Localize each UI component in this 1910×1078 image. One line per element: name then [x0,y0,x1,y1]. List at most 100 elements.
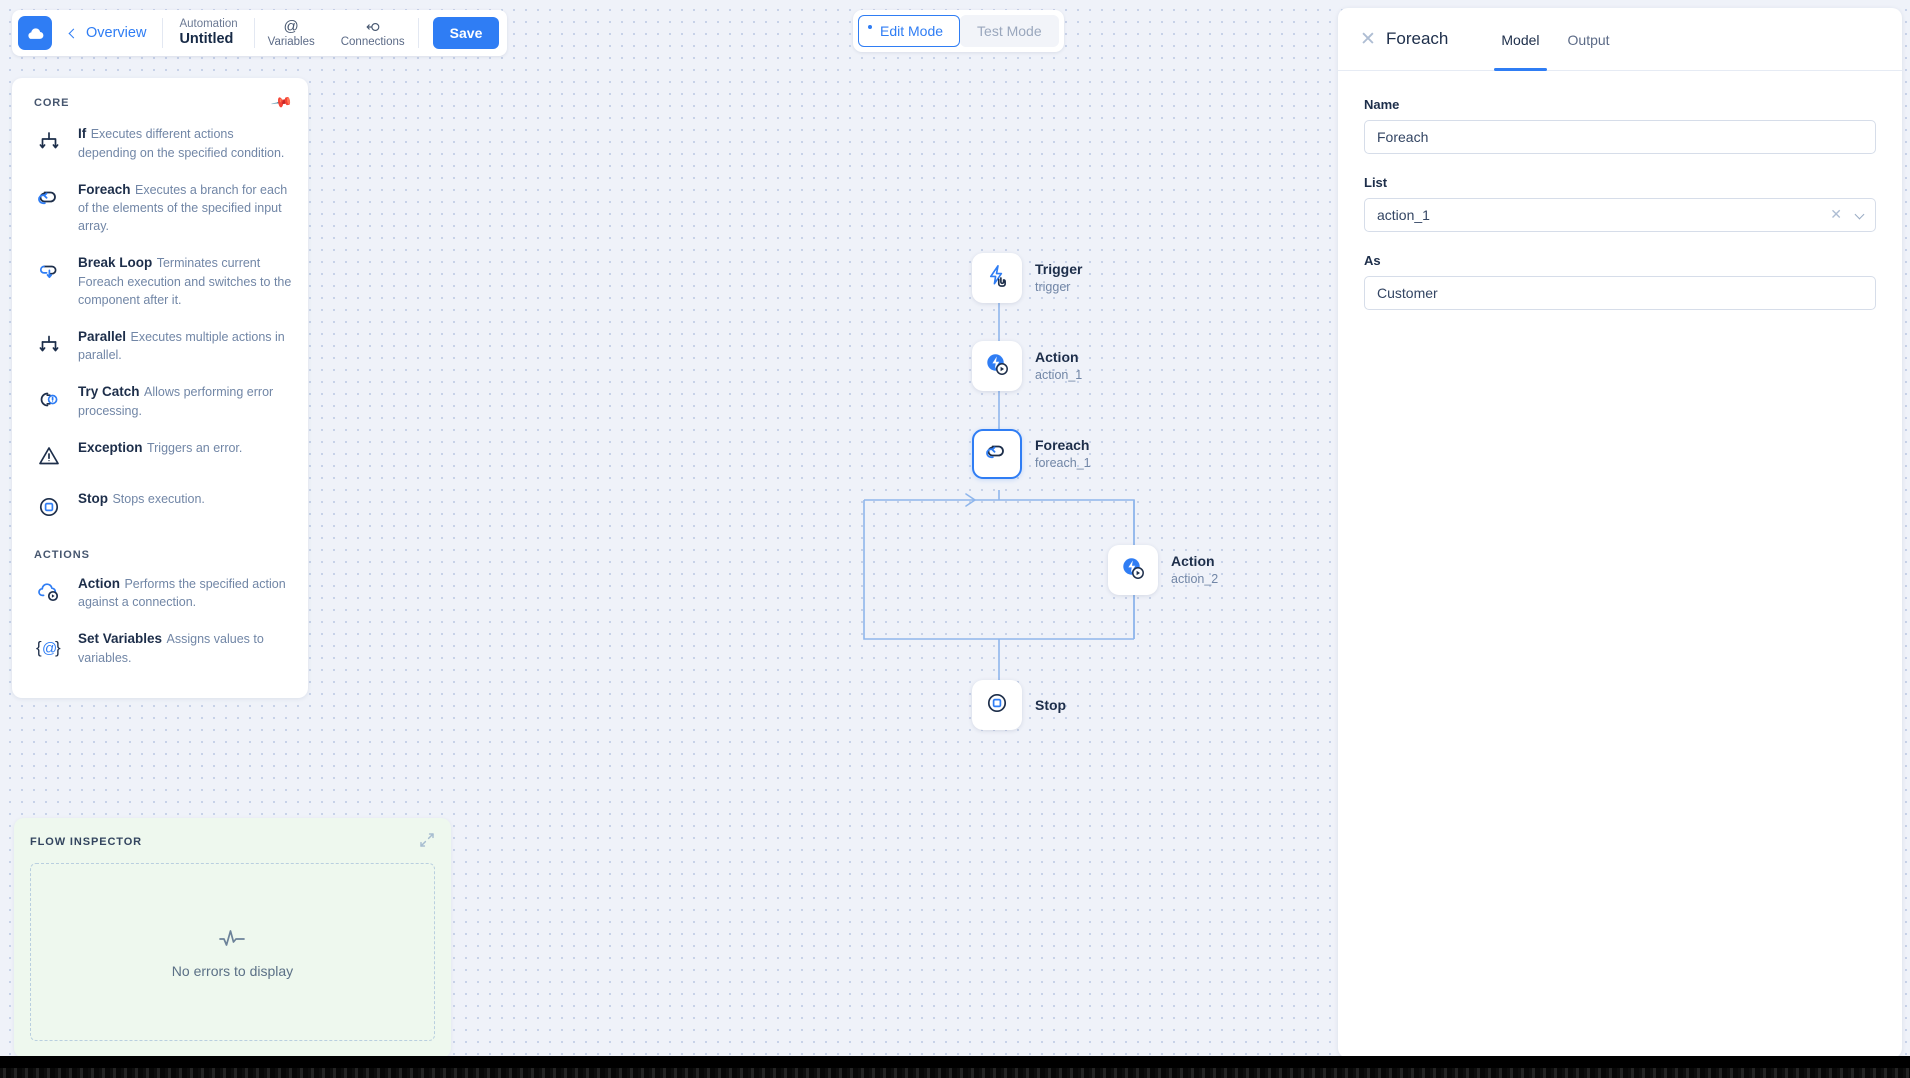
top-header-bar: Overview Automation Untitled @ Variables… [12,10,508,56]
list-select-input[interactable] [1364,198,1876,232]
flow-node-title: Action [1171,553,1215,570]
warning-triangle-icon [34,441,64,471]
flow-node-id: action_2 [1171,571,1219,586]
flow-node-icon-box[interactable] [972,341,1022,391]
flow-node-title: Stop [1035,696,1067,713]
palette-item-title: Set Variables [78,631,163,647]
palette-item-desc: Stops execution. [112,491,205,506]
flow-node-title: Trigger [1035,261,1083,278]
stop-icon [984,690,1010,721]
flow-node-icon-box[interactable] [972,429,1022,479]
list-select-wrapper: ✕ [1364,198,1876,232]
cloud-logo-icon[interactable] [18,16,52,50]
set-variables-icon: { } @ [34,632,64,662]
field-as: As [1364,253,1876,310]
tab-model[interactable]: Model [1494,8,1547,71]
field-list: List ✕ [1364,175,1876,232]
palette-item-break-loop[interactable]: Break Loop Terminates current Foreach ex… [12,244,308,318]
name-input[interactable] [1364,120,1876,154]
palette-section-actions-label: ACTIONS [34,548,90,561]
tab-edit-mode[interactable]: Edit Mode [858,15,961,47]
flow-node-title: Foreach [1035,437,1090,454]
palette-item-exception[interactable]: Exception Triggers an error. [12,429,308,480]
if-branch-icon [34,127,64,157]
flow-node-trigger[interactable]: Trigger trigger [972,253,1082,303]
palette-item-try-catch[interactable]: Try Catch Allows performing error proces… [12,373,308,429]
palette-item-title: Stop [78,490,108,506]
loop-icon [34,183,64,213]
action-bolt-icon [983,350,1011,383]
back-link-label: Overview [86,25,147,41]
flow-node-action-2[interactable]: Action action_2 [1108,545,1218,595]
flow-node-stop[interactable]: Stop [972,680,1066,730]
flow-inspector-empty-state: No errors to display [30,863,435,1041]
flow-node-icon-box[interactable] [1108,545,1158,595]
cloud-play-icon [34,577,64,607]
field-as-label: As [1364,253,1381,268]
palette-item-title: Foreach [78,181,131,197]
palette-item-parallel[interactable]: Parallel Executes multiple actions in pa… [12,318,308,374]
flow-node-icon-box[interactable] [972,253,1022,303]
flow-node-icon-box[interactable] [972,680,1022,730]
palette-item-if[interactable]: If Executes different actions depending … [12,115,308,171]
properties-panel-header: ✕ Foreach Model Output [1338,8,1902,71]
flow-node-title: Action [1035,349,1079,366]
connections-button[interactable]: Connections [328,18,418,48]
bottom-cutoff-noise [0,1068,1910,1078]
flow-inspector-panel: FLOW INSPECTOR No errors to display [14,818,451,1058]
bottom-cutoff-strip [0,1056,1910,1078]
connections-label: Connections [340,36,405,48]
variables-label: Variables [267,36,315,48]
variables-button[interactable]: @ Variables [255,18,328,48]
palette-item-desc: Executes different actions depending on … [78,127,285,160]
field-list-label: List [1364,175,1388,190]
palette-item-title: Try Catch [78,384,140,400]
flow-inspector-header: FLOW INSPECTOR [30,832,435,851]
tab-output[interactable]: Output [1561,8,1617,70]
flow-node-id: foreach_1 [1035,455,1091,470]
palette-item-stop[interactable]: Stop Stops execution. [12,480,308,531]
palette-item-title: Break Loop [78,255,153,271]
properties-panel: ✕ Foreach Model Output Name List ✕ As [1338,8,1902,1058]
back-to-overview-link[interactable]: Overview [52,25,162,41]
expand-collapse-icon[interactable] [419,832,435,851]
as-input[interactable] [1364,276,1876,310]
stop-icon [34,492,64,522]
divider [417,18,419,48]
flow-node-labels: Action action_1 [1035,348,1082,383]
flow-node-labels: Action action_2 [1171,552,1218,587]
flow-node-labels: Stop [1035,696,1066,714]
palette-item-title: Action [78,575,120,591]
palette-item-desc: Triggers an error. [146,440,243,455]
save-button[interactable]: Save [432,17,500,49]
try-catch-icon [34,385,64,415]
palette-item-action[interactable]: Action Performs the specified action aga… [12,565,308,621]
flow-inspector-title: FLOW INSPECTOR [30,835,143,848]
properties-panel-body: Name List ✕ As [1338,71,1902,310]
palette-item-set-variables[interactable]: { } @ Set Variables Assigns values to va… [12,620,308,676]
palette-section-core-label: CORE [34,96,70,109]
tab-test-mode[interactable]: Test Mode [960,15,1059,47]
flow-node-labels: Foreach foreach_1 [1035,436,1091,471]
pin-icon[interactable]: 📌 [269,91,293,115]
connection-icon [365,18,381,35]
trigger-bolt-icon [984,262,1011,294]
palette-item-title: If [78,126,87,141]
palette-item-title: Parallel [78,328,127,344]
palette-header: CORE 📌 [12,91,308,115]
flow-inspector-empty-text: No errors to display [171,962,294,979]
components-palette: CORE 📌 If Executes different actions dep… [12,78,308,698]
at-icon: @ [283,17,299,35]
chevron-left-icon [68,28,79,38]
close-icon[interactable]: ✕ [1360,30,1386,49]
flow-node-foreach-1[interactable]: Foreach foreach_1 [972,429,1091,479]
clear-icon[interactable]: ✕ [1830,207,1842,221]
action-bolt-icon [1119,554,1147,587]
properties-panel-title: Foreach [1386,29,1449,48]
flow-node-action-1[interactable]: Action action_1 [972,341,1082,391]
flow-node-id: action_1 [1035,367,1083,382]
palette-item-foreach[interactable]: Foreach Executes a branch for each of th… [12,171,308,245]
flow-node-labels: Trigger trigger [1035,260,1082,295]
break-loop-icon [34,256,64,286]
parallel-icon [34,330,64,360]
